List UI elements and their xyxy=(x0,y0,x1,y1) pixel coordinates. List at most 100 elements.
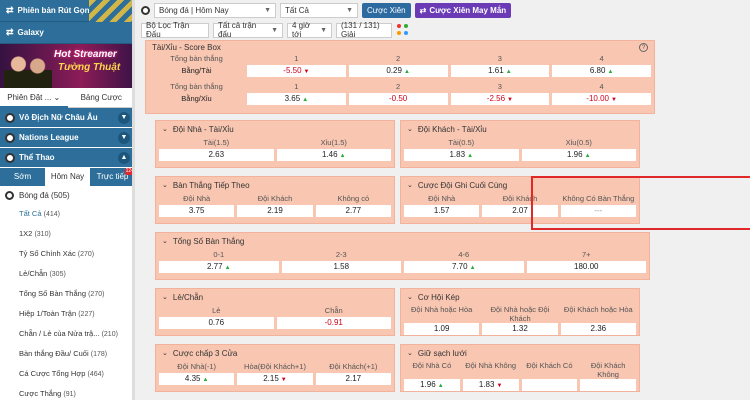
odds-label: Xỉu(0.5) xyxy=(565,138,592,147)
sport-date-select[interactable]: Bóng đá | Hôm Nay ▼ xyxy=(154,2,276,18)
odds-cell: Hòa(Đội Khách+1) 2.15 ▼ xyxy=(237,361,313,385)
panel-header[interactable]: ⌄ Đội Nhà - Tài/Xỉu xyxy=(156,121,394,137)
odds-button[interactable]: 1.83 ▼ xyxy=(462,379,519,391)
arrow-up-icon: ▲ xyxy=(224,265,231,271)
sidebar-item-league-2[interactable]: Nations League ▼ xyxy=(0,128,135,148)
sidebar-market-item[interactable]: Chẵn / Lẻ của Nửa trậ... (210) xyxy=(0,324,135,344)
panel-header[interactable]: ⌄ Cơ Hội Kép xyxy=(401,289,639,305)
filter-select[interactable]: Tất Cả ▼ xyxy=(280,2,358,18)
tab-live[interactable]: Trực tiếp 124 xyxy=(90,168,135,186)
odds-cell: Xỉu(1.5) 1.46 ▲ xyxy=(276,137,391,161)
panel-title: Tài/Xỉu - Score Box xyxy=(152,42,221,52)
odds-button[interactable]: 2.17 xyxy=(315,373,391,385)
sidebar-market-item[interactable]: Tất Cả (414) xyxy=(0,204,135,224)
soccer-ball-icon xyxy=(5,132,15,143)
market-count: (178) xyxy=(90,351,108,358)
sidebar-item-sports[interactable]: Thể Thao ▲ xyxy=(0,148,135,168)
odds-button[interactable]: 1.58 xyxy=(281,261,401,273)
odds-button[interactable] xyxy=(580,379,636,391)
sidebar-market-item[interactable]: Hiệp 1/Toàn Trận (227) xyxy=(0,304,135,324)
odds-button[interactable]: 1.83 ▲ xyxy=(404,149,519,161)
matches-select[interactable]: Tất cả trận đấu ▼ xyxy=(213,21,283,39)
sidebar-market-item[interactable]: Tổng Số Bàn Thắng (270) xyxy=(0,284,135,304)
odds-cell: 2-3 1.58 xyxy=(281,249,401,273)
odds-button[interactable]: 1.46 ▲ xyxy=(276,149,391,161)
streamer-banner[interactable]: Hot Streamer Tường Thuật xyxy=(0,44,135,88)
parlay-button[interactable]: Cược Xiên xyxy=(362,2,411,18)
lucky-parlay-button[interactable]: ⇄ Cược Xiên May Mắn xyxy=(414,2,512,18)
chevron-down-icon: ⌄ xyxy=(407,350,413,357)
sidebar-market-item[interactable]: Cược Thắng (91) xyxy=(0,384,135,400)
panel-next-goal: ⌄ Bàn Thắng Tiếp Theo Đội Nhà 3.75 Đội Khách… xyxy=(155,176,395,224)
market-label: Tỷ Số Chính Xác xyxy=(19,249,76,258)
panel-header[interactable]: ⌄ Đội Khách - Tài/Xỉu xyxy=(401,121,639,137)
odds-button[interactable]: -2.56 ▼ xyxy=(450,93,550,105)
odds-label: Đội Nhà xyxy=(183,194,211,203)
odds-cell: Đội Khách 2.19 xyxy=(237,193,313,217)
odds-cell: 4 6.80 ▲ xyxy=(552,53,651,77)
panel-header[interactable]: ⌄ Tổng Số Bàn Thắng xyxy=(156,233,649,249)
odds-button[interactable]: 1.96 ▲ xyxy=(404,379,460,391)
col-label: 1 xyxy=(294,54,299,63)
odds-button[interactable]: 2.77 xyxy=(315,205,391,217)
odds-cell: Không có 2.77 xyxy=(315,193,391,217)
panel-header[interactable]: ⌄ Lẻ/Chẵn xyxy=(156,289,394,305)
sidebar-item-league-1[interactable]: Vô Địch Nữ Châu Âu ▼ xyxy=(0,108,135,128)
odds-button[interactable]: 2.63 xyxy=(159,149,274,161)
odds-button[interactable]: 2.19 xyxy=(237,205,313,217)
odds-button[interactable]: 0.29 ▲ xyxy=(348,65,448,77)
odds-button[interactable]: 0.76 xyxy=(159,317,274,329)
chevron-down-icon: ▼ xyxy=(271,26,278,34)
odds-button[interactable]: 1.32 xyxy=(482,323,558,335)
market-label: Chẵn / Lẻ của Nửa trậ... xyxy=(19,329,100,338)
galaxy-button[interactable]: ⇄ Galaxy xyxy=(0,22,135,44)
odds-button[interactable]: -0.91 xyxy=(276,317,391,329)
odds-button[interactable]: 3.75 xyxy=(159,205,235,217)
help-icon[interactable]: ? xyxy=(639,43,648,52)
col-label: 2 xyxy=(396,82,401,91)
odds-button[interactable]: 180.00 xyxy=(526,261,646,273)
tab-bet-slip[interactable]: Bảng Cược xyxy=(68,93,136,102)
odds-cell: Đội Nhà 3.75 xyxy=(159,193,235,217)
sport-label: Bóng đá xyxy=(19,190,49,200)
tab-early[interactable]: Sớm xyxy=(0,168,45,186)
panel-header[interactable]: ⌄ Bàn Thắng Tiếp Theo xyxy=(156,177,394,193)
league-count-select[interactable]: (131 / 131) Giải xyxy=(336,21,392,39)
odds-button[interactable]: 7.70 ▲ xyxy=(404,261,524,273)
odds-button[interactable]: -0.50 xyxy=(348,93,448,105)
sport-item-soccer[interactable]: Bóng đá (505) xyxy=(0,186,135,204)
odds-button[interactable]: 4.35 ▲ xyxy=(159,373,235,385)
odds-label: 4-6 xyxy=(458,250,470,259)
panel-header[interactable]: ⌄ Cược chấp 3 Cửa xyxy=(156,345,394,361)
odds-button[interactable]: 2.36 xyxy=(560,323,636,335)
odds-button[interactable]: 6.80 ▲ xyxy=(552,65,651,77)
tab-bet-session[interactable]: Phiên Đặt ... ⌄ xyxy=(0,88,68,108)
odds-button[interactable]: 1.96 ▲ xyxy=(521,149,636,161)
odds-value: 2.77 xyxy=(206,262,223,271)
odds-button[interactable]: -10.00 ▼ xyxy=(552,93,651,105)
odds-button[interactable]: 1.57 xyxy=(404,205,480,217)
odds-button[interactable]: 3.65 ▲ xyxy=(247,93,346,105)
league-filter-button[interactable]: Bộ Lọc Trận Đấu xyxy=(141,21,209,39)
sidebar-market-item[interactable]: 1X2 (310) xyxy=(0,224,135,244)
odds-button[interactable]: -5.50 ▼ xyxy=(247,65,346,77)
sidebar-market-item[interactable]: Lẻ/Chẵn (305) xyxy=(0,264,135,284)
panel-double-chance: ⌄ Cơ Hội Kép Đội Nhà hoặc Hòa 1.09 Đội Nhà h… xyxy=(400,288,640,336)
odds-button[interactable]: 2.15 ▼ xyxy=(237,373,313,385)
sidebar-market-item[interactable]: Tỷ Số Chính Xác (270) xyxy=(0,244,135,264)
odds-button[interactable] xyxy=(521,379,578,391)
sidebar-market-item[interactable]: Cá Cược Tổng Hợp (464) xyxy=(0,364,135,384)
panel-header[interactable]: ⌄ Giữ sạch lưới xyxy=(401,345,639,361)
compact-version-button[interactable]: ⇄ Phiên bản Rút Gọn xyxy=(0,0,135,22)
odds-button[interactable]: 1.61 ▲ xyxy=(450,65,550,77)
view-toggle-icon[interactable] xyxy=(396,23,410,37)
odds-button[interactable]: 1.09 xyxy=(404,323,480,335)
tab-today[interactable]: Hôm Nay xyxy=(45,168,90,186)
odds-button[interactable]: 2.77 ▲ xyxy=(159,261,279,273)
league-filter-label: Bộ Lọc Trận Đấu xyxy=(146,21,190,39)
sidebar-market-item[interactable]: Bàn thắng Đầu/ Cuối (178) xyxy=(0,344,135,364)
odds-cell: Tài(0.5) 1.83 ▲ xyxy=(404,137,519,161)
time-select[interactable]: 4 giờ tới ▼ xyxy=(287,21,332,39)
arrow-up-icon: ▲ xyxy=(403,69,410,75)
row-label: Bằng/Tài xyxy=(181,66,212,75)
